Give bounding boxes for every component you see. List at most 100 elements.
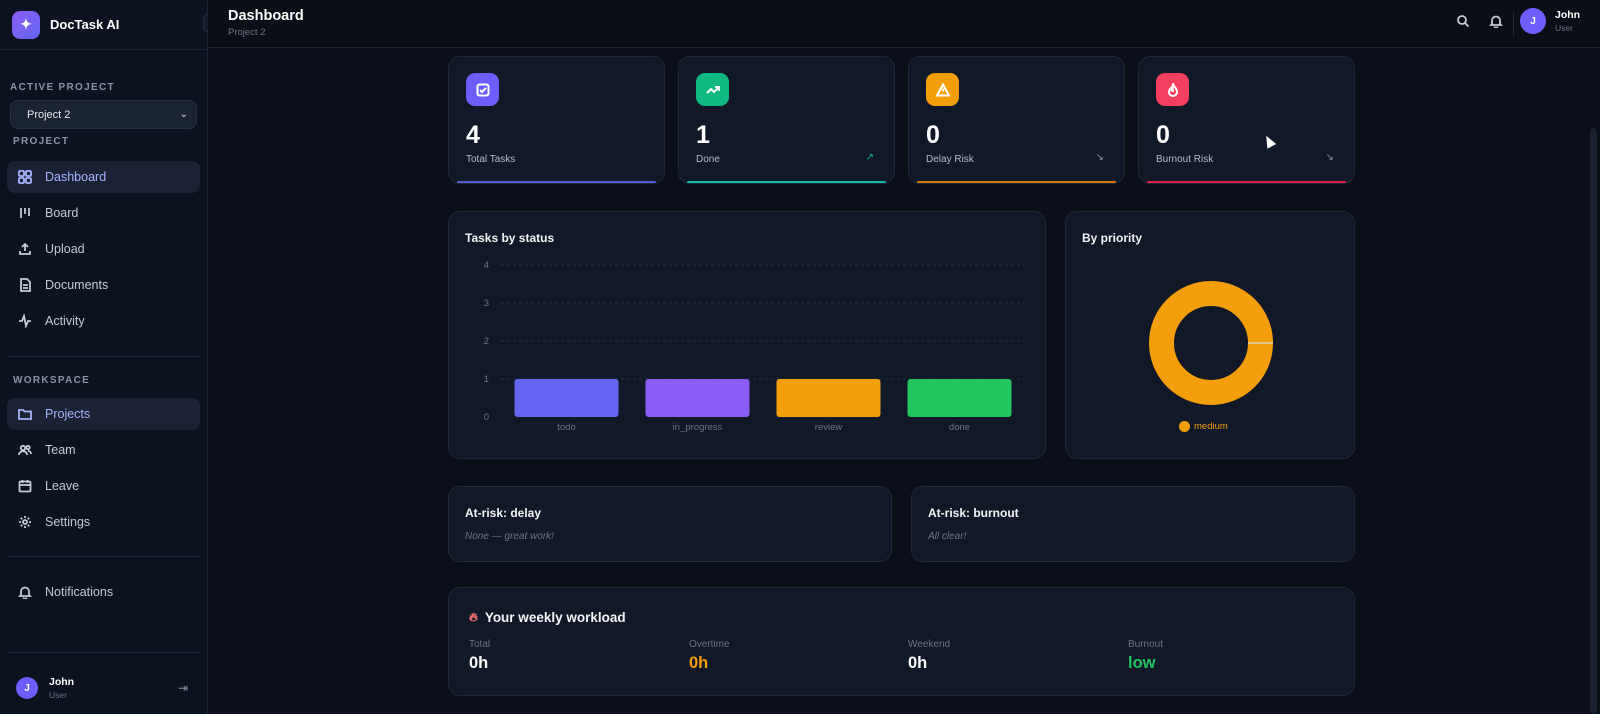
stat-card-done: 1 Done ↗	[678, 56, 895, 184]
y-tick-label: 0	[484, 412, 489, 423]
empty-message: None — great work!	[465, 531, 554, 542]
pie-slice[interactable]	[1149, 281, 1273, 405]
document-icon	[18, 278, 32, 292]
topbar: Dashboard Project 2 J John User	[208, 0, 1600, 48]
at-risk-delay-card: At-risk: delay None — great work!	[448, 486, 892, 562]
upload-icon	[18, 242, 32, 256]
stat-accent-bar	[457, 181, 656, 183]
sidebar-item-settings[interactable]: Settings	[7, 506, 200, 538]
brand[interactable]: ✦ DocTask AI	[0, 0, 207, 50]
x-tick-label: todo	[557, 422, 576, 433]
sidebar-item-label: Notifications	[45, 585, 114, 599]
sidebar-item-label: Dashboard	[45, 170, 107, 184]
bar[interactable]	[907, 379, 1012, 417]
logout-icon[interactable]: ⇥	[178, 681, 188, 695]
workload-value: 0h	[908, 654, 928, 672]
calendar-icon	[18, 479, 32, 493]
y-tick-label: 3	[484, 298, 489, 309]
sidebar-item-board[interactable]: Board	[7, 197, 200, 229]
bar[interactable]	[776, 379, 881, 417]
workload-total: Total 0h	[469, 639, 490, 673]
sidebar-item-upload[interactable]: Upload	[7, 233, 200, 265]
workload-weekend: Weekend 0h	[908, 639, 950, 673]
topbar-user[interactable]: J John User	[1520, 8, 1580, 34]
activity-icon	[18, 314, 32, 328]
search-icon[interactable]	[1456, 14, 1472, 30]
stat-card-burnout-risk: 0 Burnout Risk ↘	[1138, 56, 1355, 184]
checkbox-icon	[466, 73, 499, 106]
trend-up-icon	[696, 73, 729, 106]
sidebar-item-label: Settings	[45, 515, 91, 529]
chevron-down-icon: ⌄	[179, 109, 188, 120]
project-select-value: Project 2	[27, 108, 71, 121]
sidebar-item-label: Projects	[45, 407, 91, 421]
sidebar-item-label: Team	[45, 443, 76, 457]
bell-icon[interactable]	[1488, 14, 1505, 30]
page-subtitle: Project 2	[228, 27, 266, 38]
scrollbar[interactable]	[1590, 128, 1597, 714]
workspace-section-label: WORKSPACE	[13, 375, 91, 386]
sidebar-item-activity[interactable]: Activity	[7, 305, 200, 337]
page-title: Dashboard	[228, 8, 304, 24]
chart-legend: medium	[1179, 421, 1228, 432]
workload-label: Weekend	[908, 639, 951, 650]
stat-value: 0	[1156, 121, 1170, 149]
stat-accent-bar	[917, 181, 1116, 183]
workload-title: 🔥︎ Your weekly workload	[469, 610, 626, 625]
workload-overtime: Overtime 0h	[689, 639, 730, 673]
avatar: J	[1520, 8, 1546, 34]
bar[interactable]	[645, 379, 750, 417]
x-tick-label: in_progress	[673, 422, 723, 433]
at-risk-burnout-card: At-risk: burnout All clear!	[911, 486, 1355, 562]
sidebar-item-leave[interactable]: Leave	[7, 470, 200, 502]
stat-accent-bar	[687, 181, 886, 183]
y-tick-label: 4	[484, 260, 489, 271]
legend-swatch	[1179, 421, 1190, 432]
stat-value: 0	[926, 121, 940, 149]
workload-label: Burnout	[1128, 639, 1164, 650]
board-icon	[18, 206, 32, 220]
workload-value: 0h	[469, 654, 489, 672]
x-tick-label: review	[815, 422, 843, 433]
stat-accent-bar	[1147, 181, 1346, 183]
gear-icon	[18, 515, 32, 529]
sidebar-item-label: Activity	[45, 314, 85, 328]
user-name: John	[1555, 9, 1581, 21]
workload-value: 0h	[689, 654, 709, 672]
bar[interactable]	[514, 379, 619, 417]
project-section-label: PROJECT	[13, 136, 70, 147]
divider	[8, 652, 200, 653]
warning-icon	[926, 73, 959, 106]
divider	[8, 356, 200, 357]
y-tick-label: 2	[484, 336, 489, 347]
active-project-label: ACTIVE PROJECT	[10, 82, 115, 93]
bell-icon	[18, 585, 32, 599]
tasks-by-status-card: Tasks by status 0 1 2 3 4 todo in_progress revi…	[448, 211, 1046, 459]
sidebar-item-team[interactable]: Team	[7, 434, 200, 466]
card-title: At-risk: delay	[465, 506, 542, 520]
by-priority-card: By priority medium	[1065, 211, 1355, 459]
sidebar-item-projects[interactable]: Projects	[7, 398, 200, 430]
flame-icon: 🔥︎	[469, 610, 478, 624]
dashboard-icon	[18, 170, 32, 184]
sidebar: ✦ DocTask AI ACTIVE PROJECT Project 2 ⌄ …	[0, 0, 213, 714]
stat-card-total-tasks: 4 Total Tasks	[448, 56, 665, 184]
sidebar-user[interactable]: J John User	[16, 676, 74, 700]
sidebar-item-label: Documents	[45, 278, 109, 292]
project-select[interactable]: Project 2 ⌄	[10, 100, 197, 129]
team-icon	[18, 443, 32, 457]
folder-icon	[18, 407, 32, 421]
trend-arrow-icon: ↘	[1325, 152, 1334, 163]
trend-arrow-icon: ↘	[1095, 152, 1104, 163]
avatar: J	[16, 677, 38, 699]
divider	[8, 556, 200, 557]
workload-label: Total	[469, 639, 491, 650]
sparkles-icon: ✦	[12, 10, 40, 39]
stat-label: Delay Risk	[926, 154, 974, 165]
app-name: DocTask AI	[50, 17, 120, 32]
user-role: User	[1555, 23, 1573, 33]
sidebar-item-notifications[interactable]: Notifications	[7, 576, 200, 608]
sidebar-item-documents[interactable]: Documents	[7, 269, 200, 301]
legend-label: medium	[1194, 421, 1228, 432]
sidebar-item-dashboard[interactable]: Dashboard	[7, 161, 200, 193]
